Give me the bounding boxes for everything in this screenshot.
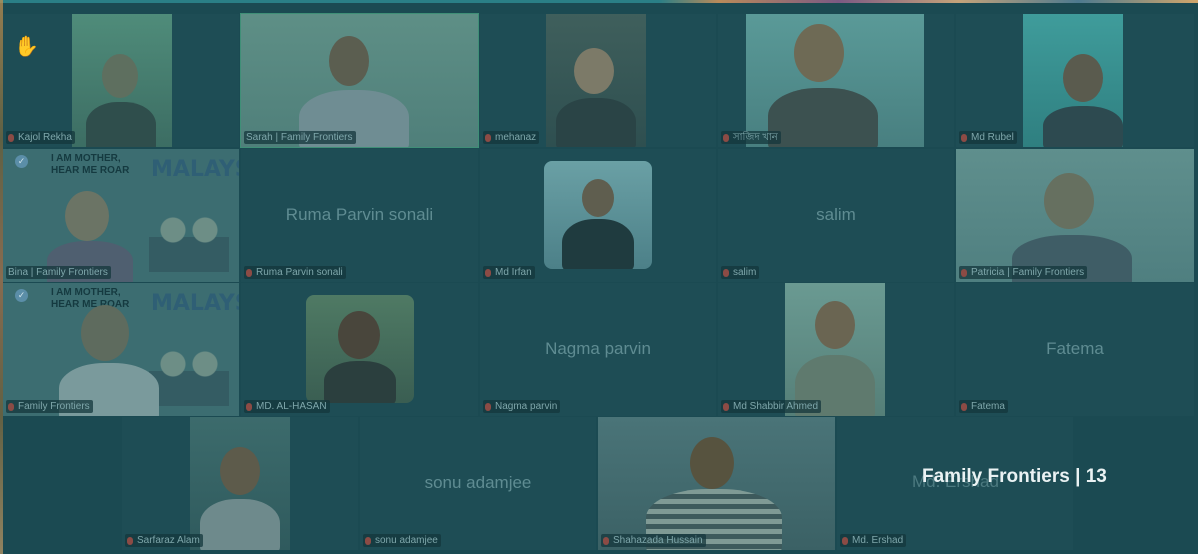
display-name: sonu adamjee [424,473,532,492]
participant-name: Fatema [959,400,1008,413]
poster-illustration [149,202,229,272]
info-badge-icon: ✓ [15,289,28,302]
video-tile-fatema[interactable]: Fatema Fatema [956,283,1194,416]
participant-name: MD. AL-HASAN [244,400,330,413]
video-tile-family-frontiers[interactable]: ✓ I AM MOTHER,HEAR ME ROAR MALAYSIA Fami… [3,283,239,416]
video-feed [546,14,646,147]
participant-name: Bina | Family Frontiers [6,266,111,279]
participant-name: Md. Ershad [840,534,907,547]
display-name: Fatema [1046,339,1104,358]
participant-name: Kajol Rekha [6,131,75,144]
video-feed [785,283,885,416]
mic-muted-icon [723,133,729,142]
participant-name: Patricia | Family Frontiers [959,266,1088,279]
video-feed [241,14,478,147]
poster-text: I AM MOTHER, HEAR ME ROAR [51,153,130,176]
poster-headline: MALAYSIA [151,291,239,316]
participant-name: Family Frontiers [6,400,93,413]
video-tile-sarah[interactable]: Sarah | Family Frontiers [240,13,479,148]
mic-muted-icon [8,133,14,142]
video-tile-shahazada[interactable]: Shahazada Hussain [598,417,835,550]
mic-muted-icon [961,402,967,411]
mic-muted-icon [127,536,133,545]
participant-name: Md Rubel [959,131,1017,144]
participant-name: Nagma parvin [483,400,561,413]
slide-branding: Family Frontiers | 13 [922,466,1107,487]
video-feed [72,14,172,147]
video-tile-bina[interactable]: ✓ I AM MOTHER,HEAR ME ROAR MALAYSIA Bina… [3,149,239,282]
mic-muted-icon [485,133,491,142]
mic-muted-icon [485,402,491,411]
mic-muted-icon [723,402,729,411]
video-tile-sajid[interactable]: সাজিদ খান [718,14,954,147]
video-tile-ruma[interactable]: Ruma Parvin sonali Ruma Parvin sonali [241,149,478,282]
mic-muted-icon [246,402,252,411]
participant-name: mehanaz [483,131,540,144]
video-tile-salim[interactable]: salim salim [718,149,954,282]
video-tile-al-hasan[interactable]: MD. AL-HASAN [241,283,478,416]
poster-background: ✓ I AM MOTHER,HEAR ME ROAR MALAYSIA [3,149,239,282]
poster-illustration [149,336,229,406]
video-tile-kajol[interactable]: ✋ Kajol Rekha [3,14,239,147]
participant-name: Shahazada Hussain [601,534,706,547]
participant-name: সাজিদ খান [721,131,781,144]
mic-muted-icon [961,268,967,277]
video-tile-sarfaraz[interactable]: Sarfaraz Alam [122,417,358,550]
avatar [544,161,652,269]
mic-muted-icon [246,268,252,277]
display-name: Ruma Parvin sonali [285,205,434,224]
video-feed [190,417,290,550]
top-edge-band [0,0,1198,3]
participant-name: Sarah | Family Frontiers [244,131,356,144]
video-feed [598,417,835,550]
avatar [306,295,414,403]
mic-muted-icon [842,536,848,545]
video-feed [956,149,1194,282]
participant-name: Md Shabbir Ahmed [721,400,822,413]
video-tile-rubel[interactable]: Md Rubel [956,14,1194,147]
participant-face [81,305,129,361]
video-tile-sonu[interactable]: sonu adamjee sonu adamjee [360,417,596,550]
participant-name: salim [721,266,760,279]
video-tile-nagma[interactable]: Nagma parvin Nagma parvin [480,283,716,416]
poster-background: ✓ I AM MOTHER,HEAR ME ROAR MALAYSIA [3,283,239,416]
mic-muted-icon [8,402,14,411]
video-tile-shabbir[interactable]: Md Shabbir Ahmed [718,283,954,416]
info-badge-icon: ✓ [15,155,28,168]
display-name: salim [816,205,856,224]
raised-hand-icon: ✋ [14,36,39,58]
video-tile-irfan[interactable]: Md Irfan [480,149,716,282]
mic-muted-icon [365,536,371,545]
participant-name: Md Irfan [483,266,535,279]
mic-muted-icon [961,133,967,142]
video-tile-patricia[interactable]: Patricia | Family Frontiers [956,149,1194,282]
participant-name: sonu adamjee [363,534,441,547]
mic-muted-icon [603,536,609,545]
display-name: Nagma parvin [545,339,651,358]
poster-text: I AM MOTHER, HEAR ME ROAR [51,287,130,310]
video-tile-mehanaz[interactable]: mehanaz [480,14,716,147]
video-feed [746,14,924,147]
participant-name: Sarfaraz Alam [125,534,203,547]
participant-name: Ruma Parvin sonali [244,266,346,279]
mic-muted-icon [485,268,491,277]
video-feed [1023,14,1123,147]
poster-headline: MALAYSIA [151,157,239,182]
mic-muted-icon [723,268,729,277]
participant-face [65,191,109,241]
